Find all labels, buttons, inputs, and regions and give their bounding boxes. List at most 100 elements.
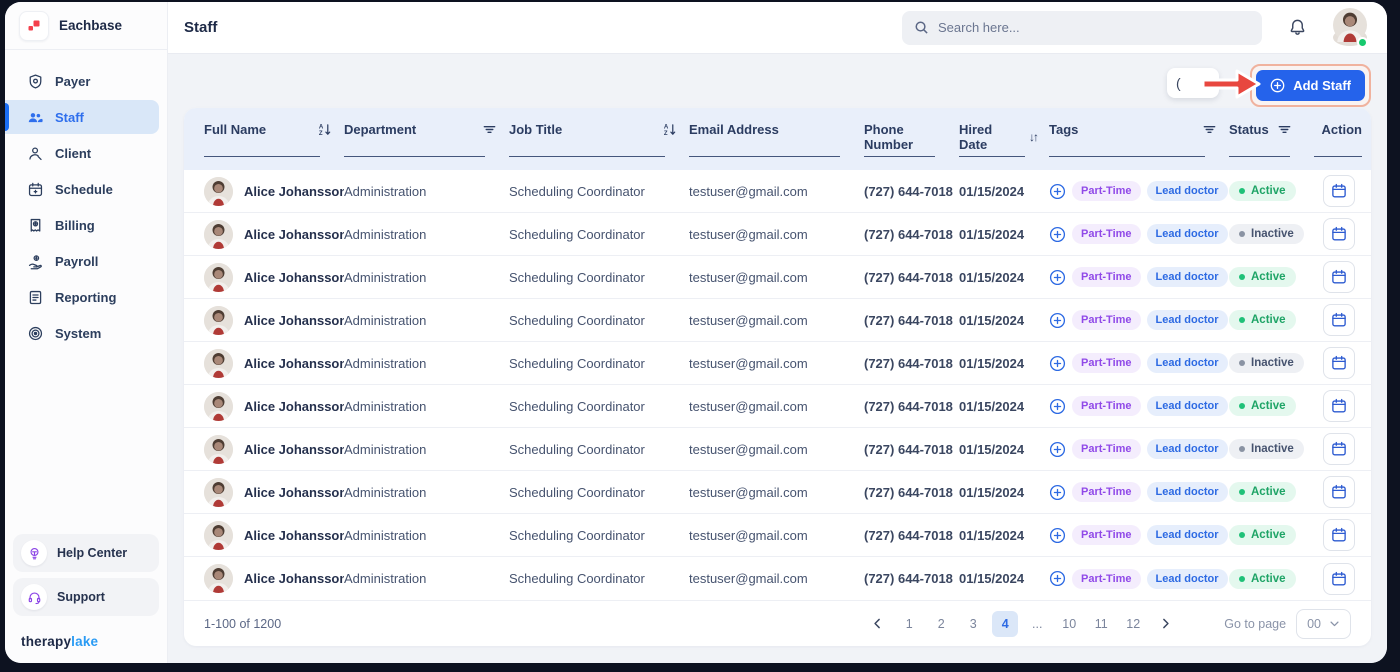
- sidebar-item-schedule[interactable]: Schedule: [5, 172, 159, 206]
- add-tag-icon[interactable]: [1049, 527, 1066, 544]
- cell-status: Inactive: [1229, 224, 1314, 244]
- payroll-icon: [27, 253, 44, 270]
- page-button-11[interactable]: 11: [1088, 611, 1114, 637]
- column-header-phone-number: Phone Number: [864, 108, 959, 170]
- sidebar-item-reporting[interactable]: Reporting: [5, 280, 159, 314]
- cell-email: testuser@gmail.com: [689, 227, 864, 242]
- lightbulb-icon: [27, 546, 42, 561]
- add-staff-button[interactable]: Add Staff: [1256, 70, 1365, 101]
- status-label: Inactive: [1251, 357, 1294, 369]
- page-button-2[interactable]: 2: [928, 611, 954, 637]
- table-row[interactable]: Alice JohanssonAdministrationScheduling …: [184, 557, 1371, 600]
- next-page-chevron-icon[interactable]: [1152, 611, 1178, 637]
- staff-name: Alice Johansson: [244, 485, 344, 500]
- status-badge: Active: [1229, 525, 1296, 545]
- schedule-action-button[interactable]: [1323, 563, 1355, 595]
- row-avatar: [204, 521, 233, 550]
- annotation-arrow-icon: [1199, 65, 1263, 108]
- table-row[interactable]: Alice JohanssonAdministrationScheduling …: [184, 299, 1371, 342]
- cell-action: [1314, 347, 1371, 379]
- page-button-3[interactable]: 3: [960, 611, 986, 637]
- sort-az-icon[interactable]: AZ: [317, 122, 332, 137]
- filter-icon[interactable]: [1277, 122, 1292, 137]
- cell-email: testuser@gmail.com: [689, 399, 864, 414]
- sidebar-item-system[interactable]: System: [5, 316, 159, 350]
- page-button-10[interactable]: 10: [1056, 611, 1082, 637]
- cell-tags: Part-TimeLead doctor+4: [1049, 181, 1229, 201]
- schedule-action-button[interactable]: [1323, 519, 1355, 551]
- user-avatar[interactable]: [1333, 8, 1367, 47]
- column-header-action: Action: [1314, 108, 1371, 170]
- sidebar-item-label: Payer: [55, 74, 90, 89]
- schedule-action-button[interactable]: [1323, 390, 1355, 422]
- table-row[interactable]: Alice JohanssonAdministrationScheduling …: [184, 471, 1371, 514]
- schedule-action-button[interactable]: [1323, 261, 1355, 293]
- table-row[interactable]: Alice JohanssonAdministrationScheduling …: [184, 428, 1371, 471]
- eachbase-logo-icon: [19, 11, 49, 41]
- goto-page-select[interactable]: 00: [1296, 609, 1351, 639]
- column-label: Full Name: [204, 122, 266, 137]
- search-input[interactable]: [938, 20, 1250, 35]
- page-button-1[interactable]: 1: [896, 611, 922, 637]
- tag-pill: Part-Time: [1072, 353, 1141, 373]
- sidebar-item-billing[interactable]: Billing: [5, 208, 159, 242]
- add-tag-icon[interactable]: [1049, 183, 1066, 200]
- sidebar-item-payroll[interactable]: Payroll: [5, 244, 159, 278]
- cell-action: [1314, 390, 1371, 422]
- sidebar-item-payer[interactable]: Payer: [5, 64, 159, 98]
- add-tag-icon[interactable]: [1049, 570, 1066, 587]
- cell-status: Inactive: [1229, 353, 1314, 373]
- table-row[interactable]: Alice JohanssonAdministrationScheduling …: [184, 385, 1371, 428]
- table-row[interactable]: Alice JohanssonAdministrationScheduling …: [184, 256, 1371, 299]
- calendar-action-icon: [1330, 311, 1348, 329]
- schedule-action-button[interactable]: [1323, 433, 1355, 465]
- status-badge: Active: [1229, 310, 1296, 330]
- calendar-action-icon: [1330, 182, 1348, 200]
- page-button-12[interactable]: 12: [1120, 611, 1146, 637]
- schedule-action-button[interactable]: [1323, 347, 1355, 379]
- schedule-action-button[interactable]: [1323, 175, 1355, 207]
- page-button-4[interactable]: 4: [992, 611, 1018, 637]
- tag-pill: Lead doctor: [1147, 396, 1228, 416]
- add-tag-icon[interactable]: [1049, 398, 1066, 415]
- schedule-action-button[interactable]: [1323, 218, 1355, 250]
- staff-name: Alice Johansson: [244, 571, 344, 586]
- sort-updown-icon[interactable]: ↓↑: [1029, 130, 1037, 144]
- tag-pill: Lead doctor: [1147, 482, 1228, 502]
- table-row[interactable]: Alice JohanssonAdministrationScheduling …: [184, 514, 1371, 557]
- sidebar-help-center[interactable]: Help Center: [13, 534, 159, 572]
- sort-az-icon[interactable]: AZ: [662, 122, 677, 137]
- search-box[interactable]: [902, 11, 1262, 45]
- sidebar-support[interactable]: Support: [13, 578, 159, 616]
- sidebar-item-label: Staff: [55, 110, 84, 125]
- filter-icon[interactable]: [482, 122, 497, 137]
- search-icon: [914, 20, 929, 35]
- add-tag-icon[interactable]: [1049, 312, 1066, 329]
- tag-pill: Part-Time: [1072, 181, 1141, 201]
- cell-email: testuser@gmail.com: [689, 184, 864, 199]
- add-tag-icon[interactable]: [1049, 226, 1066, 243]
- cell-tags: Part-TimeLead doctor+4: [1049, 396, 1229, 416]
- sidebar-item-staff[interactable]: Staff: [5, 100, 159, 134]
- calendar-action-icon: [1330, 225, 1348, 243]
- add-tag-icon[interactable]: [1049, 355, 1066, 372]
- add-tag-icon[interactable]: [1049, 484, 1066, 501]
- add-tag-icon[interactable]: [1049, 441, 1066, 458]
- status-dot: [1239, 274, 1245, 280]
- table-row[interactable]: Alice JohanssonAdministrationScheduling …: [184, 213, 1371, 256]
- notification-bell-icon[interactable]: [1288, 18, 1307, 37]
- add-tag-icon[interactable]: [1049, 269, 1066, 286]
- cell-status: Active: [1229, 181, 1314, 201]
- schedule-action-button[interactable]: [1323, 304, 1355, 336]
- cell-department: Administration: [344, 485, 509, 500]
- schedule-action-button[interactable]: [1323, 476, 1355, 508]
- pagination-bar: 1-100 of 1200 1234...101112 Go to page: [184, 600, 1371, 646]
- table-row[interactable]: Alice JohanssonAdministrationScheduling …: [184, 170, 1371, 213]
- status-label: Inactive: [1251, 228, 1294, 240]
- table-row[interactable]: Alice JohanssonAdministrationScheduling …: [184, 342, 1371, 385]
- filter-icon[interactable]: [1202, 122, 1217, 137]
- cell-hired-date: 01/15/2024: [959, 227, 1049, 242]
- prev-page-chevron-icon[interactable]: [864, 611, 890, 637]
- goto-page-value: 00: [1307, 617, 1321, 631]
- sidebar-item-client[interactable]: Client: [5, 136, 159, 170]
